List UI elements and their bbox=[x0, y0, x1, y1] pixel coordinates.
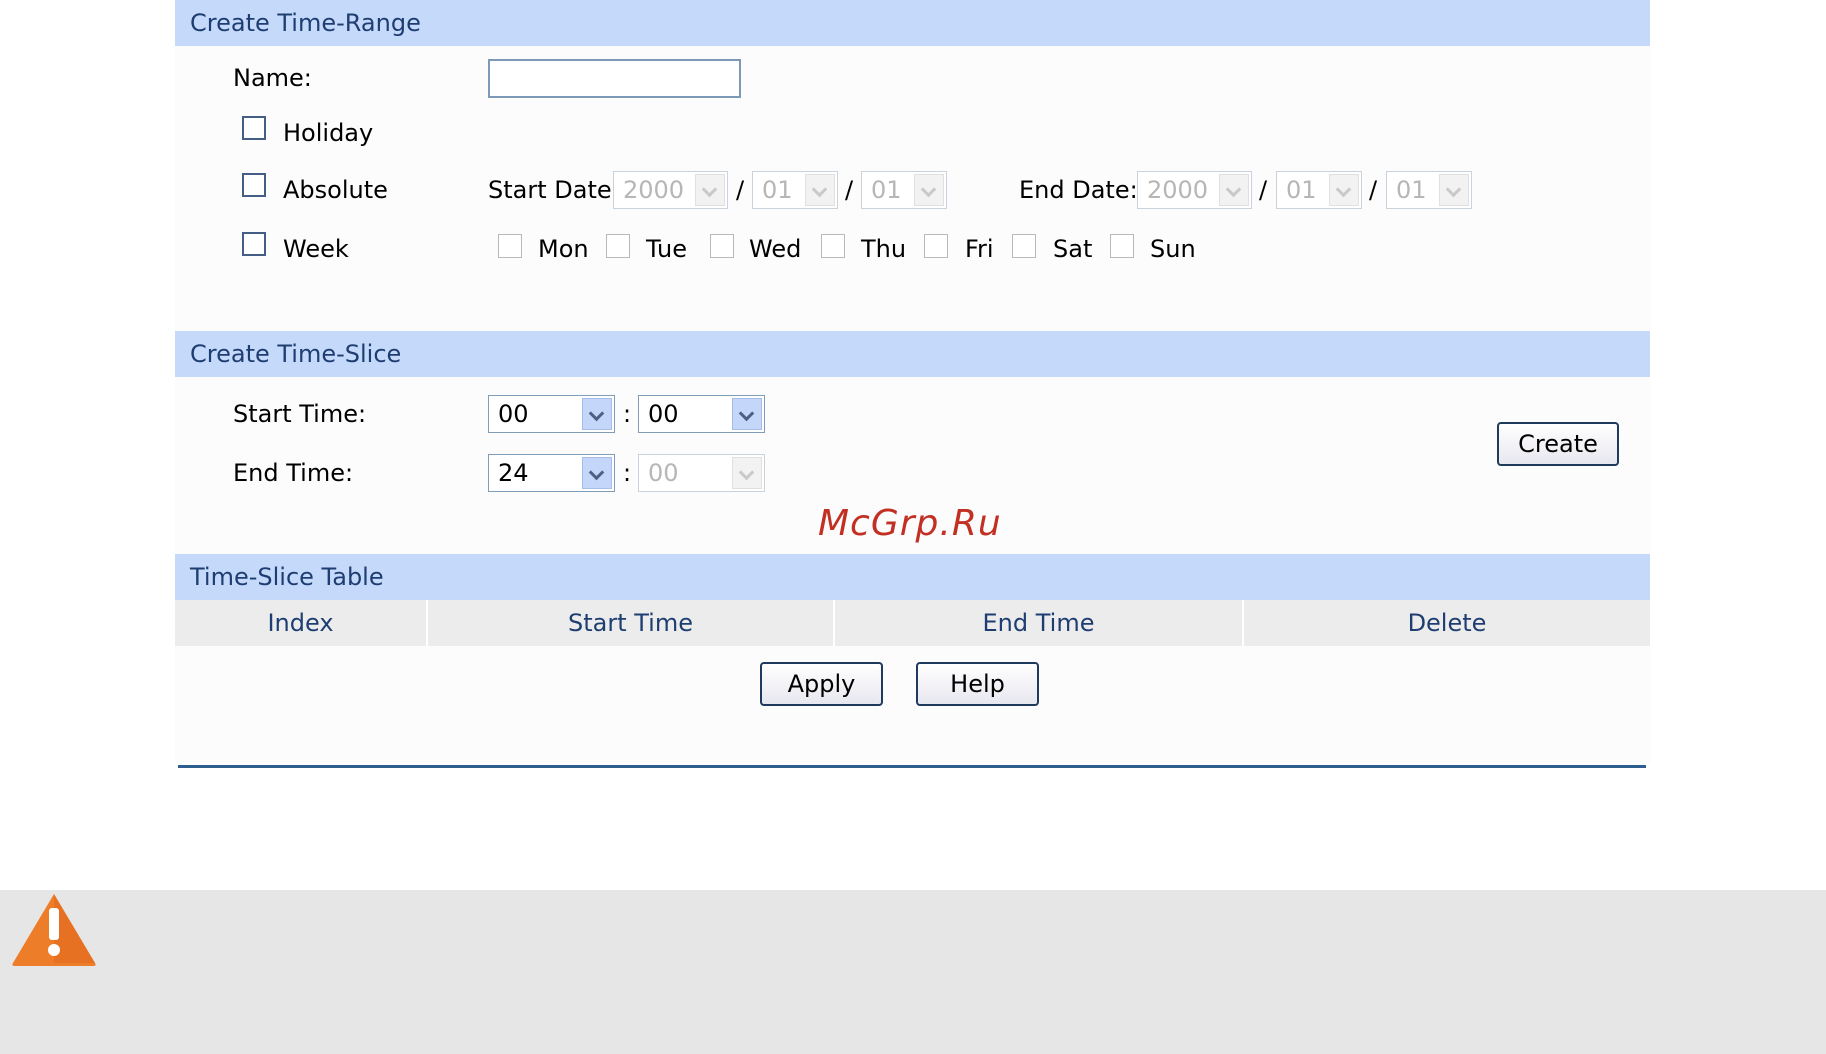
end-hour-value: 24 bbox=[498, 459, 529, 487]
end-minute-value: 00 bbox=[648, 459, 679, 487]
help-button[interactable]: Help bbox=[916, 662, 1039, 706]
day-checkbox-wed[interactable] bbox=[710, 234, 734, 258]
date-separator: / bbox=[736, 176, 745, 204]
name-input[interactable] bbox=[488, 59, 741, 98]
time-range-header: Create Time-Range bbox=[175, 0, 1650, 46]
time-slice-header: Create Time-Slice bbox=[175, 331, 1650, 377]
end-hour-select[interactable]: 24 bbox=[488, 454, 615, 492]
warning-band bbox=[0, 890, 1826, 1054]
day-checkbox-mon[interactable] bbox=[498, 234, 522, 258]
absolute-label: Absolute bbox=[283, 176, 388, 204]
start-time-label: Start Time: bbox=[233, 400, 367, 428]
day-label-sat: Sat bbox=[1053, 235, 1093, 263]
column-header-end-time: End Time bbox=[833, 600, 1242, 646]
day-label-wed: Wed bbox=[749, 235, 802, 263]
chevron-down-icon bbox=[1329, 174, 1359, 206]
end-time-label: End Time: bbox=[233, 459, 354, 487]
start-minute-value: 00 bbox=[648, 400, 679, 428]
start-year-value: 2000 bbox=[623, 176, 685, 204]
end-day-value: 01 bbox=[1396, 176, 1427, 204]
start-hour-value: 00 bbox=[498, 400, 529, 428]
holiday-label: Holiday bbox=[283, 119, 374, 147]
start-hour-select[interactable]: 00 bbox=[488, 395, 615, 433]
chevron-down-icon bbox=[805, 174, 835, 206]
column-header-delete: Delete bbox=[1242, 600, 1650, 646]
date-separator: / bbox=[1259, 176, 1268, 204]
chevron-down-icon bbox=[695, 174, 725, 206]
day-label-thu: Thu bbox=[861, 235, 907, 263]
start-month-value: 01 bbox=[762, 176, 793, 204]
chevron-down-icon bbox=[582, 457, 612, 489]
chevron-down-icon bbox=[914, 174, 944, 206]
column-header-start-time: Start Time bbox=[426, 600, 833, 646]
end-month-select[interactable]: 01 bbox=[1276, 171, 1362, 209]
chevron-down-icon bbox=[1219, 174, 1249, 206]
start-minute-select[interactable]: 00 bbox=[638, 395, 765, 433]
day-label-sun: Sun bbox=[1150, 235, 1196, 263]
day-checkbox-thu[interactable] bbox=[821, 234, 845, 258]
day-checkbox-sat[interactable] bbox=[1012, 234, 1036, 258]
day-checkbox-tue[interactable] bbox=[606, 234, 630, 258]
start-date-label: Start Date: bbox=[488, 176, 620, 204]
day-checkbox-sun[interactable] bbox=[1110, 234, 1134, 258]
time-separator: : bbox=[623, 459, 632, 487]
absolute-checkbox[interactable] bbox=[242, 173, 266, 197]
time-slice-table-header: Time-Slice Table bbox=[175, 554, 1650, 600]
day-label-mon: Mon bbox=[538, 235, 589, 263]
end-minute-select[interactable]: 00 bbox=[638, 454, 765, 492]
time-separator: : bbox=[623, 400, 632, 428]
column-header-index: Index bbox=[175, 600, 426, 646]
date-separator: / bbox=[1369, 176, 1378, 204]
watermark: McGrp.Ru bbox=[818, 503, 1002, 544]
start-year-select[interactable]: 2000 bbox=[613, 171, 728, 209]
name-label: Name: bbox=[233, 64, 312, 92]
apply-button[interactable]: Apply bbox=[760, 662, 883, 706]
bottom-divider bbox=[178, 765, 1646, 768]
day-label-tue: Tue bbox=[646, 235, 687, 263]
end-year-select[interactable]: 2000 bbox=[1137, 171, 1252, 209]
start-day-select[interactable]: 01 bbox=[861, 171, 947, 209]
end-year-value: 2000 bbox=[1147, 176, 1209, 204]
chevron-down-icon bbox=[732, 457, 762, 489]
day-checkbox-fri[interactable] bbox=[924, 234, 948, 258]
end-date-label: End Date: bbox=[1019, 176, 1138, 204]
date-separator: / bbox=[845, 176, 854, 204]
day-label-fri: Fri bbox=[965, 235, 994, 263]
start-day-value: 01 bbox=[871, 176, 902, 204]
chevron-down-icon bbox=[732, 398, 762, 430]
end-month-value: 01 bbox=[1286, 176, 1317, 204]
warning-triangle-icon bbox=[12, 894, 96, 966]
start-month-select[interactable]: 01 bbox=[752, 171, 838, 209]
chevron-down-icon bbox=[582, 398, 612, 430]
week-label: Week bbox=[283, 235, 349, 263]
holiday-checkbox[interactable] bbox=[242, 116, 266, 140]
chevron-down-icon bbox=[1439, 174, 1469, 206]
week-checkbox[interactable] bbox=[242, 232, 266, 256]
end-day-select[interactable]: 01 bbox=[1386, 171, 1472, 209]
create-button[interactable]: Create bbox=[1497, 422, 1619, 466]
